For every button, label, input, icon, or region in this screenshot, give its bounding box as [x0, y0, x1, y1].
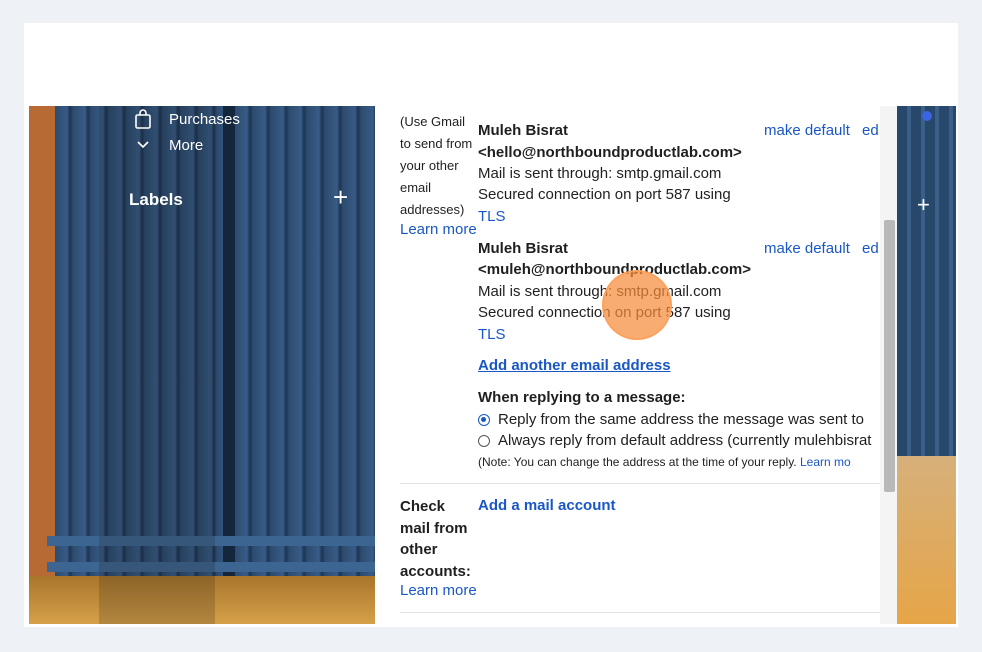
top-band	[24, 23, 958, 106]
account-name: Muleh Bisrat	[478, 240, 569, 257]
replying-heading: When replying to a message:	[478, 389, 686, 406]
account-smtp: Mail is sent through: smtp.gmail.com	[478, 283, 722, 300]
screenshot-frame: Purchases More Labels + + (Use Gmail to …	[24, 23, 958, 627]
gmail-viewport: Purchases More Labels + + (Use Gmail to …	[29, 106, 956, 624]
labels-heading: Labels	[129, 190, 183, 209]
get-addons-button[interactable]: +	[917, 194, 930, 216]
sidebar-item-label: More	[169, 136, 204, 154]
reply-note-learn-more-link[interactable]: Learn mo	[800, 455, 851, 469]
account-smtp: Mail is sent through: smtp.gmail.com	[478, 165, 722, 182]
click-highlight-indicator	[602, 270, 672, 340]
account-security: Secured connection on port 587 using	[478, 186, 731, 203]
account-address: <hello@northboundproductlab.com>	[478, 144, 742, 161]
send-mail-as-hint: (Use Gmail to send from your other email…	[400, 114, 473, 217]
reply-option-same-address[interactable]: Reply from the same address the message …	[478, 411, 864, 428]
make-default-link[interactable]: make default	[764, 240, 850, 257]
background-shutter-gap	[223, 106, 235, 596]
add-mail-account-link[interactable]: Add a mail account	[478, 497, 616, 514]
sidebar-item-purchases[interactable]: Purchases	[133, 109, 240, 129]
edit-info-link[interactable]: ed	[862, 240, 879, 257]
sidebar-item-more[interactable]: More	[133, 135, 203, 155]
background-shade	[99, 106, 215, 624]
reply-option-default-address[interactable]: Always reply from default address (curre…	[478, 432, 871, 449]
create-label-button[interactable]: +	[333, 184, 348, 210]
settings-scrollbar-thumb[interactable]	[884, 220, 895, 492]
account-address: <muleh@northboundproductlab.com>	[478, 261, 751, 278]
edit-info-link[interactable]: ed	[862, 122, 879, 139]
add-another-email-link[interactable]: Add another email address	[478, 357, 671, 374]
background-shutter-right	[235, 106, 375, 596]
app-status-dot	[922, 111, 932, 121]
background-right-base	[897, 456, 956, 624]
check-mail-learn-more-link[interactable]: Learn more	[400, 582, 477, 599]
chevron-down-icon	[133, 135, 153, 155]
make-default-link[interactable]: make default	[764, 122, 850, 139]
account-tls-link[interactable]: TLS	[478, 326, 506, 343]
check-mail-heading: Check mail from other accounts:	[400, 498, 471, 580]
section-divider	[400, 612, 880, 613]
account-tls-link[interactable]: TLS	[478, 208, 506, 225]
account-name: Muleh Bisrat	[478, 122, 569, 139]
background-wall	[29, 106, 55, 624]
radio-selected[interactable]	[478, 414, 490, 427]
section-divider	[400, 483, 880, 484]
settings-panel: (Use Gmail to send from your other email…	[375, 106, 880, 624]
shopping-bag-icon	[133, 109, 153, 129]
radio-unselected[interactable]	[478, 435, 490, 448]
reply-note: (Note: You can change the address at the…	[478, 455, 851, 469]
send-mail-as-learn-more-link[interactable]: Learn more	[400, 221, 477, 238]
sidebar-item-label: Purchases	[169, 110, 240, 128]
